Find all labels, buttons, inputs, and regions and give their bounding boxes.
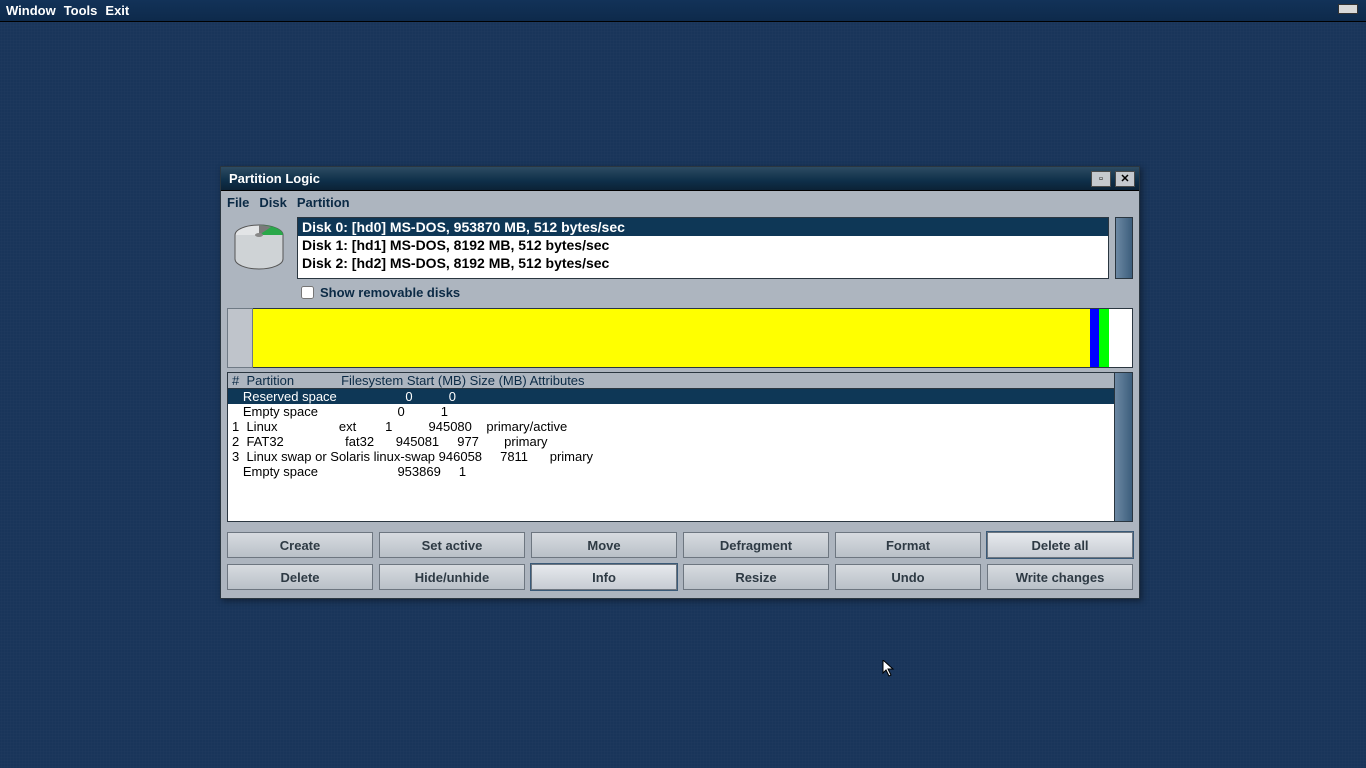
minimize-button[interactable]: ▫ <box>1091 171 1111 187</box>
partition-logic-window: Partition Logic ▫ ✕ File Disk Partition … <box>220 166 1140 599</box>
resize-button[interactable]: Resize <box>683 564 829 590</box>
defragment-button[interactable]: Defragment <box>683 532 829 558</box>
viz-segment-linux[interactable] <box>253 309 1090 367</box>
table-header: # Partition Filesystem Start (MB) Size (… <box>228 373 1114 389</box>
write-changes-button[interactable]: Write changes <box>987 564 1133 590</box>
partition-visualization[interactable] <box>227 308 1133 368</box>
show-removable-checkbox[interactable] <box>301 286 314 299</box>
show-removable-label: Show removable disks <box>320 285 460 300</box>
menu-disk[interactable]: Disk <box>259 195 286 210</box>
viz-segment-fat32[interactable] <box>1090 309 1100 367</box>
partition-table[interactable]: # Partition Filesystem Start (MB) Size (… <box>227 372 1115 522</box>
viz-segment-swap[interactable] <box>1099 309 1109 367</box>
close-button[interactable]: ✕ <box>1115 171 1135 187</box>
mouse-cursor-icon <box>882 660 896 678</box>
delete-button[interactable]: Delete <box>227 564 373 590</box>
menu-tools[interactable]: Tools <box>64 3 98 18</box>
table-row[interactable]: 2 FAT32 fat32 945081 977 primary <box>228 434 1114 449</box>
viz-leading-gap <box>227 308 253 368</box>
format-button[interactable]: Format <box>835 532 981 558</box>
set-active-button[interactable]: Set active <box>379 532 525 558</box>
table-row[interactable]: 3 Linux swap or Solaris linux-swap 94605… <box>228 449 1114 464</box>
menu-partition[interactable]: Partition <box>297 195 350 210</box>
delete-all-button[interactable]: Delete all <box>987 532 1133 558</box>
viz-segment-empty[interactable] <box>1109 309 1132 367</box>
tray-indicator <box>1338 4 1358 14</box>
disk-icon <box>227 217 291 277</box>
disk-list[interactable]: Disk 0: [hd0] MS-DOS, 953870 MB, 512 byt… <box>297 217 1109 279</box>
undo-button[interactable]: Undo <box>835 564 981 590</box>
move-button[interactable]: Move <box>531 532 677 558</box>
titlebar[interactable]: Partition Logic ▫ ✕ <box>221 167 1139 191</box>
disk-row[interactable]: Disk 1: [hd1] MS-DOS, 8192 MB, 512 bytes… <box>298 236 1108 254</box>
desktop-menubar: Window Tools Exit <box>0 0 1366 22</box>
create-button[interactable]: Create <box>227 532 373 558</box>
app-menubar: File Disk Partition <box>221 191 1139 213</box>
table-row[interactable]: Reserved space 0 0 <box>228 389 1114 404</box>
disk-list-scrollbar[interactable] <box>1115 217 1133 279</box>
table-row[interactable]: 1 Linux ext 1 945080 primary/active <box>228 419 1114 434</box>
menu-file[interactable]: File <box>227 195 249 210</box>
table-row[interactable]: Empty space 0 1 <box>228 404 1114 419</box>
table-row[interactable]: Empty space 953869 1 <box>228 464 1114 479</box>
menu-exit[interactable]: Exit <box>105 3 129 18</box>
hide-unhide-button[interactable]: Hide/unhide <box>379 564 525 590</box>
disk-row[interactable]: Disk 0: [hd0] MS-DOS, 953870 MB, 512 byt… <box>298 218 1108 236</box>
table-scrollbar[interactable] <box>1115 372 1133 522</box>
disk-row[interactable]: Disk 2: [hd2] MS-DOS, 8192 MB, 512 bytes… <box>298 254 1108 272</box>
window-title: Partition Logic <box>225 171 320 186</box>
info-button[interactable]: Info <box>531 564 677 590</box>
menu-window[interactable]: Window <box>6 3 56 18</box>
